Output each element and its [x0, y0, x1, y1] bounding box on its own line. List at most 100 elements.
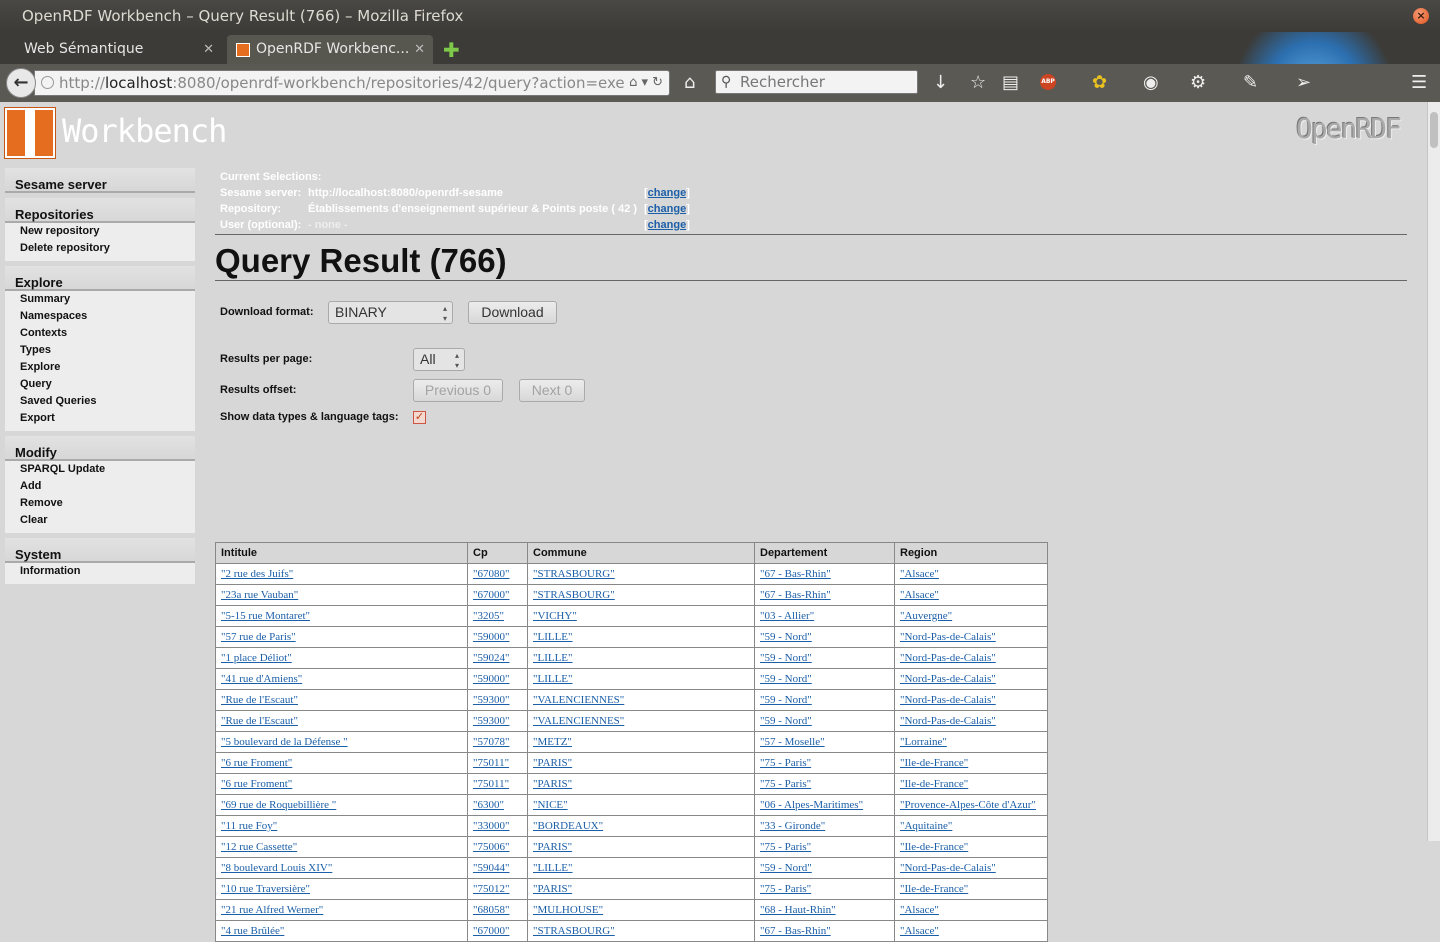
- downloads-icon[interactable]: ↓: [933, 72, 948, 94]
- result-link[interactable]: "METZ": [533, 736, 572, 748]
- result-link[interactable]: "Aquitaine": [900, 820, 952, 832]
- change-server-link[interactable]: [change]: [644, 185, 690, 201]
- result-link[interactable]: "Nord-Pas-de-Calais": [900, 652, 996, 664]
- result-link[interactable]: "Ile-de-France": [900, 841, 968, 853]
- window-close-icon[interactable]: ×: [1413, 8, 1429, 24]
- back-button[interactable]: ←: [6, 68, 36, 98]
- result-link[interactable]: "75012": [473, 883, 509, 895]
- sidebar-item-contexts[interactable]: Contexts: [5, 325, 195, 342]
- result-link[interactable]: "67080": [473, 568, 509, 580]
- sidebar-item-query[interactable]: Query: [5, 376, 195, 393]
- show-datatypes-checkbox[interactable]: ✓: [413, 411, 426, 424]
- result-link[interactable]: "Ile-de-France": [900, 778, 968, 790]
- previous-button[interactable]: Previous 0: [413, 379, 503, 402]
- result-link[interactable]: "67 - Bas-Rhin": [760, 925, 831, 937]
- result-link[interactable]: "23a rue Vauban": [221, 589, 298, 601]
- results-per-page-select[interactable]: All ▴ ▾: [413, 348, 465, 371]
- result-link[interactable]: "STRASBOURG": [533, 589, 615, 601]
- result-link[interactable]: "MULHOUSE": [533, 904, 603, 916]
- result-link[interactable]: "Alsace": [900, 904, 939, 916]
- result-link[interactable]: "STRASBOURG": [533, 568, 615, 580]
- result-link[interactable]: "STRASBOURG": [533, 925, 615, 937]
- change-repository-link[interactable]: [change]: [644, 201, 690, 217]
- change-link[interactable]: change: [648, 203, 687, 215]
- url-bar[interactable]: http://localhost:8080/openrdf-workbench/…: [34, 70, 670, 96]
- result-link[interactable]: "75006": [473, 841, 509, 853]
- result-link[interactable]: "59 - Nord": [760, 631, 812, 643]
- result-link[interactable]: "10 rue Traversière": [221, 883, 310, 895]
- result-link[interactable]: "4 rue Brûlée": [221, 925, 284, 937]
- result-link[interactable]: "Rue de l'Escaut": [221, 694, 298, 706]
- result-link[interactable]: "75 - Paris": [760, 883, 811, 895]
- result-link[interactable]: "VALENCIENNES": [533, 694, 624, 706]
- result-link[interactable]: "59024": [473, 652, 509, 664]
- result-link[interactable]: "33000": [473, 820, 509, 832]
- result-link[interactable]: "6300": [473, 799, 504, 811]
- result-link[interactable]: "57078": [473, 736, 509, 748]
- site-identity-icon[interactable]: [41, 76, 54, 89]
- result-link[interactable]: "06 - Alpes-Maritimes": [760, 799, 863, 811]
- result-link[interactable]: "33 - Gironde": [760, 820, 825, 832]
- result-link[interactable]: "69 rue de Roquebillière ": [221, 799, 336, 811]
- sidebar-item-delete-repository[interactable]: Delete repository: [5, 240, 195, 257]
- download-format-select[interactable]: BINARY ▴ ▾: [328, 301, 453, 324]
- result-link[interactable]: "Alsace": [900, 589, 939, 601]
- result-link[interactable]: "LILLE": [533, 631, 573, 643]
- scrollbar-thumb[interactable]: [1430, 112, 1438, 148]
- result-link[interactable]: "59 - Nord": [760, 715, 812, 727]
- pen-tool-icon[interactable]: ✎: [1243, 72, 1258, 94]
- result-link[interactable]: "1 place Déliot": [221, 652, 292, 664]
- extension-icon[interactable]: ✿: [1092, 72, 1107, 94]
- sidebar-item-sparql-update[interactable]: SPARQL Update: [5, 461, 195, 478]
- result-link[interactable]: "Nord-Pas-de-Calais": [900, 694, 996, 706]
- result-link[interactable]: "41 rue d'Amiens": [221, 673, 302, 685]
- result-link[interactable]: "5-15 rue Montaret": [221, 610, 310, 622]
- result-link[interactable]: "59 - Nord": [760, 673, 812, 685]
- sidebar-item-types[interactable]: Types: [5, 342, 195, 359]
- tab-close-icon[interactable]: ✕: [414, 35, 425, 64]
- result-link[interactable]: "12 rue Cassette": [221, 841, 297, 853]
- result-link[interactable]: "57 rue de Paris": [221, 631, 296, 643]
- sidebar-item-new-repository[interactable]: New repository: [5, 223, 195, 240]
- page-scrollbar[interactable]: [1427, 102, 1440, 841]
- result-link[interactable]: "6 rue Froment": [221, 757, 292, 769]
- result-link[interactable]: "59044": [473, 862, 509, 874]
- result-link[interactable]: "59300": [473, 694, 509, 706]
- result-link[interactable]: "59300": [473, 715, 509, 727]
- home-icon[interactable]: ⌂: [684, 72, 695, 94]
- tab-close-icon[interactable]: ✕: [203, 35, 214, 64]
- result-link[interactable]: "PARIS": [533, 883, 572, 895]
- result-link[interactable]: "Ile-de-France": [900, 883, 968, 895]
- result-link[interactable]: "3205": [473, 610, 504, 622]
- result-link[interactable]: "VICHY": [533, 610, 577, 622]
- adblock-plus-icon[interactable]: ABP: [1040, 74, 1056, 90]
- result-link[interactable]: "21 rue Alfred Werner": [221, 904, 323, 916]
- result-link[interactable]: "Nord-Pas-de-Calais": [900, 715, 996, 727]
- result-link[interactable]: "PARIS": [533, 778, 572, 790]
- change-link[interactable]: change: [648, 187, 687, 199]
- result-link[interactable]: "68058": [473, 904, 509, 916]
- result-link[interactable]: "75011": [473, 778, 509, 790]
- sidebar-item-summary[interactable]: Summary: [5, 291, 195, 308]
- result-link[interactable]: "75 - Paris": [760, 757, 811, 769]
- result-link[interactable]: "Auvergne": [900, 610, 952, 622]
- result-link[interactable]: "68 - Haut-Rhin": [760, 904, 836, 916]
- result-link[interactable]: "57 - Moselle": [760, 736, 825, 748]
- result-link[interactable]: "67 - Bas-Rhin": [760, 568, 831, 580]
- result-link[interactable]: "5 boulevard de la Défense ": [221, 736, 348, 748]
- result-link[interactable]: "Nord-Pas-de-Calais": [900, 673, 996, 685]
- result-link[interactable]: "Lorraine": [900, 736, 947, 748]
- result-link[interactable]: "NICE": [533, 799, 568, 811]
- result-link[interactable]: "59 - Nord": [760, 694, 812, 706]
- result-link[interactable]: "59 - Nord": [760, 862, 812, 874]
- result-link[interactable]: "Provence-Alpes-Côte d'Azur": [900, 799, 1036, 811]
- result-link[interactable]: "75 - Paris": [760, 841, 811, 853]
- result-link[interactable]: "PARIS": [533, 841, 572, 853]
- result-link[interactable]: "BORDEAUX": [533, 820, 603, 832]
- result-link[interactable]: "LILLE": [533, 652, 573, 664]
- new-tab-icon[interactable]: ✚: [443, 38, 460, 62]
- result-link[interactable]: "6 rue Froment": [221, 778, 292, 790]
- search-input[interactable]: ⚲ Rechercher: [715, 70, 918, 94]
- result-link[interactable]: "LILLE": [533, 673, 573, 685]
- result-link[interactable]: "Alsace": [900, 925, 939, 937]
